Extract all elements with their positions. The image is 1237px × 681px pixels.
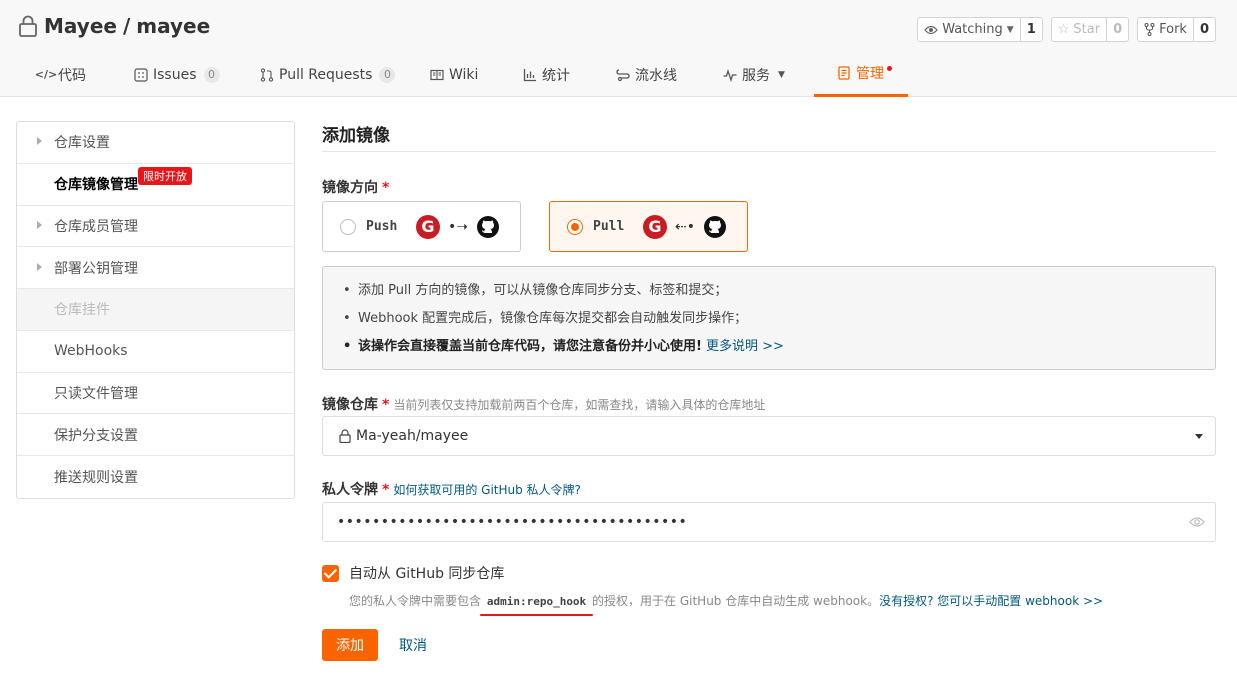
gitee-logo-icon: G (643, 214, 667, 239)
repo-actions: Watching ▼ 1 ☆ Star 0 Fork 0 (917, 17, 1216, 42)
eye-icon (924, 25, 938, 34)
bar-chart-icon (523, 68, 536, 81)
tab-wiki[interactable]: Wiki (430, 52, 478, 97)
issues-icon (134, 67, 148, 82)
notification-dot (887, 66, 892, 71)
manual-webhook-link[interactable]: 没有授权? 您可以手动配置 webhook >> (879, 594, 1103, 608)
sidebar-item-readonly-files[interactable]: 只读文件管理 (17, 373, 294, 415)
sidebar-item-repo-widget: 仓库挂件 (17, 289, 294, 331)
repo-title: Mayee / mayee (18, 14, 210, 38)
caret-down-icon: ▼ (1006, 24, 1014, 35)
token-value: •••••••••••••••••••••••••••••••••••••••• (337, 514, 688, 530)
info-line: 添加 Pull 方向的镜像，可以从镜像仓库同步分支、标签和提交； (343, 277, 1195, 305)
direction-push-option[interactable]: Push G •➝ (322, 201, 521, 252)
pulse-icon (723, 68, 737, 82)
sidebar-item-webhooks[interactable]: WebHooks (17, 331, 294, 373)
fork-icon (1144, 23, 1155, 36)
info-line: Webhook 配置完成后，镜像仓库每次提交都会自动触发同步操作； (343, 305, 1195, 333)
mirror-repo-select[interactable]: Ma-yeah/mayee (322, 416, 1216, 456)
pull-requests-count-badge: 0 (379, 66, 396, 83)
star-label: Star (1073, 22, 1101, 37)
sidebar-item-push-rules[interactable]: 推送规则设置 (17, 456, 294, 498)
more-info-link[interactable]: 更多说明 >> (706, 339, 784, 354)
auto-sync-row[interactable]: 自动从 GitHub 同步仓库 (322, 563, 504, 583)
required-mark: * (382, 482, 390, 498)
direction-pull-option[interactable]: Pull G ⇠• (549, 201, 748, 252)
star-icon: ☆ (1057, 22, 1070, 37)
direction-label: 镜像方向 * (322, 180, 390, 196)
tab-issues[interactable]: Issues 0 (134, 52, 220, 97)
gitee-logo-icon: G (416, 214, 440, 239)
info-warning-line: 该操作会直接覆盖当前仓库代码，请您注意备份并小心使用!更多说明 >> (343, 333, 1195, 361)
mirror-repo-value: Ma-yeah/mayee (356, 428, 469, 444)
sidebar-item-protected-branches[interactable]: 保护分支设置 (17, 414, 294, 456)
push-radio[interactable] (340, 218, 356, 235)
auto-sync-checkbox[interactable] (322, 564, 339, 582)
code-icon: </> (34, 68, 58, 81)
cancel-button[interactable]: 取消 (399, 635, 427, 655)
permission-scope: admin:repo_hook (486, 595, 587, 608)
token-help-link[interactable]: 如何获取可用的 GitHub 私人令牌? (393, 481, 581, 498)
watch-button[interactable]: Watching ▼ 1 (917, 17, 1043, 42)
pipeline-icon (616, 68, 630, 81)
repo-header: Mayee / mayee Watching ▼ 1 ☆ Star 0 Fork… (0, 0, 1237, 97)
sidebar-item-repo-settings[interactable]: 仓库设置 (17, 122, 294, 164)
sidebar-item-deploy-key-management[interactable]: 部署公钥管理 (17, 247, 294, 289)
pull-radio[interactable] (567, 218, 583, 235)
tab-pipeline[interactable]: 流水线 (616, 52, 677, 97)
fork-button[interactable]: Fork 0 (1137, 17, 1216, 42)
pull-request-icon (260, 67, 274, 82)
dropdown-caret-icon[interactable] (1195, 434, 1203, 439)
token-input[interactable]: •••••••••••••••••••••••••••••••••••••••• (322, 502, 1216, 542)
form-actions: 添加 取消 (322, 629, 427, 661)
mirror-repo-label: 镜像仓库 * 当前列表仅支持加载前两百个仓库，如需查找，请输入具体的仓库地址 (322, 397, 766, 413)
sidebar-item-mirror-management[interactable]: 仓库镜像管理 限时开放 (17, 164, 294, 206)
fork-label: Fork (1159, 22, 1187, 37)
caret-down-icon: ▼ (778, 69, 785, 80)
watch-label: Watching (942, 22, 1003, 37)
add-button[interactable]: 添加 (322, 629, 378, 661)
watch-count[interactable]: 1 (1019, 18, 1042, 41)
star-button[interactable]: ☆ Star 0 (1050, 17, 1130, 42)
repo-separator: / (122, 14, 131, 38)
mirror-info-box: 添加 Pull 方向的镜像，可以从镜像仓库同步分支、标签和提交； Webhook… (322, 266, 1216, 370)
direction-options: Push G •➝ Pull G ⇠• (322, 201, 748, 252)
add-mirror-form: 添加镜像 镜像方向 * Push G •➝ Pull G ⇠• 添加 Pull … (322, 121, 1216, 681)
book-icon (430, 69, 444, 80)
tab-pull-requests[interactable]: Pull Requests 0 (260, 52, 396, 97)
issues-count-badge: 0 (203, 66, 220, 83)
tab-manage[interactable]: 管理 (814, 52, 908, 97)
tab-stats[interactable]: 统计 (523, 52, 570, 97)
arrow-left-icon: ⇠• (675, 218, 695, 235)
eye-icon[interactable] (1189, 515, 1205, 529)
required-mark: * (382, 180, 390, 196)
settings-sidebar: 仓库设置 仓库镜像管理 限时开放 仓库成员管理 部署公钥管理 仓库挂件 WebH… (16, 121, 295, 499)
sidebar-item-member-management[interactable]: 仓库成员管理 (17, 206, 294, 248)
required-mark: * (382, 397, 390, 413)
lock-icon (339, 429, 351, 443)
settings-doc-icon (838, 66, 850, 80)
permission-hint: 您的私人令牌中需要包含 admin:repo_hook 的授权，用于在 GitH… (349, 594, 1104, 608)
tab-services[interactable]: 服务 ▼ (723, 52, 785, 97)
lock-icon (19, 15, 37, 37)
fork-count[interactable]: 0 (1192, 18, 1215, 41)
token-label: 私人令牌 * 如何获取可用的 GitHub 私人令牌? (322, 481, 581, 498)
star-count[interactable]: 0 (1106, 18, 1128, 41)
limited-open-badge: 限时开放 (138, 166, 192, 185)
repo-name-link[interactable]: mayee (136, 14, 210, 38)
repo-owner-link[interactable]: Mayee (44, 14, 117, 38)
tab-code[interactable]: </> 代码 (34, 52, 86, 97)
page-title: 添加镜像 (322, 121, 1216, 152)
github-logo-icon (477, 215, 499, 238)
mirror-repo-hint: 当前列表仅支持加载前两百个仓库，如需查找，请输入具体的仓库地址 (393, 398, 766, 412)
github-logo-icon (704, 215, 726, 238)
auto-sync-label: 自动从 GitHub 同步仓库 (349, 566, 505, 582)
arrow-right-icon: •➝ (448, 218, 468, 235)
